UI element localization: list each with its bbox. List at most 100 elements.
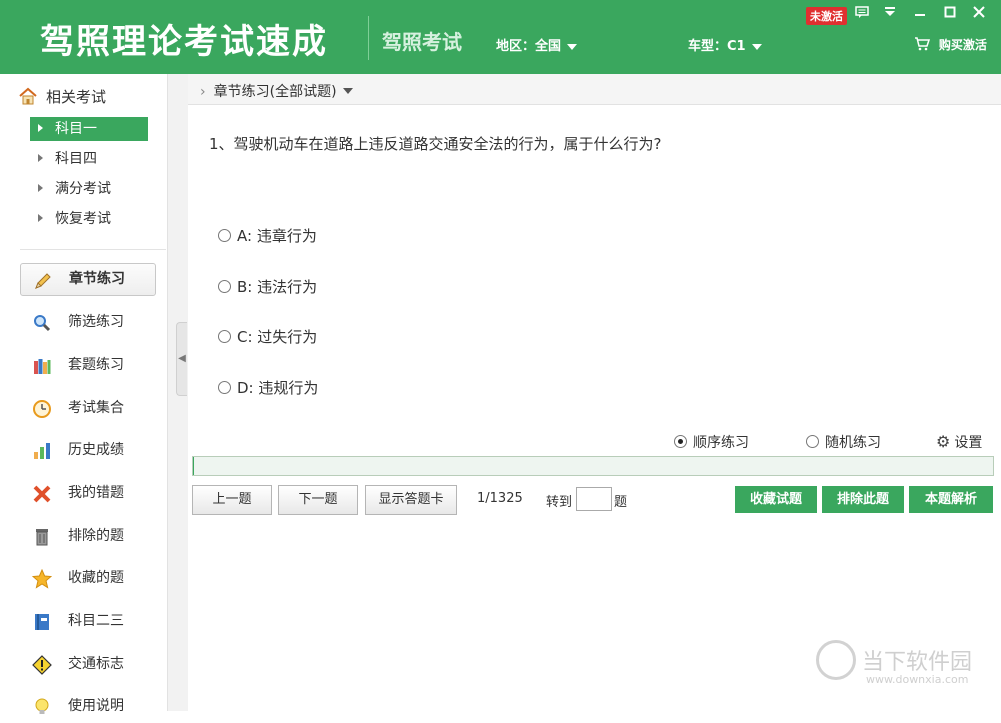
option-label: A: 违章行为 xyxy=(237,227,317,245)
radio-button[interactable] xyxy=(218,381,231,394)
nav-label: 套题练习 xyxy=(68,357,124,373)
chevron-down-icon xyxy=(342,88,353,94)
nav-favorite-questions[interactable]: 收藏的题 xyxy=(20,562,154,595)
books-icon xyxy=(32,356,52,376)
subject-item-restore[interactable]: 恢复考试 xyxy=(30,207,148,231)
answer-option-c[interactable]: C: 过失行为 xyxy=(218,326,317,347)
question-text: 1、驾驶机动车在道路上违反道路交通安全法的行为，属于什么行为? xyxy=(209,135,662,153)
caret-right-icon xyxy=(38,184,43,192)
buy-activate-link[interactable]: 购买激活 xyxy=(914,36,987,53)
nav-my-mistakes[interactable]: 我的错题 xyxy=(20,477,154,510)
nav-label: 章节练习 xyxy=(69,271,125,287)
question-analysis-button[interactable]: 本题解析 xyxy=(909,486,993,513)
nav-traffic-signs[interactable]: 交通标志 xyxy=(20,648,154,681)
chevron-right-icon: › xyxy=(200,84,206,100)
subject-item-4[interactable]: 科目四 xyxy=(30,147,148,171)
radio-button[interactable] xyxy=(218,229,231,242)
answer-option-d[interactable]: D: 违规行为 xyxy=(218,377,318,398)
subject-item-1[interactable]: 科目一 xyxy=(30,117,148,141)
subject-label: 科目一 xyxy=(55,121,97,137)
nav-history-scores[interactable]: 历史成绩 xyxy=(20,434,154,467)
chapter-selector[interactable]: › 章节练习(全部试题) xyxy=(200,81,353,101)
nav-exam-collection[interactable]: 考试集合 xyxy=(20,392,154,425)
subject-label: 科目四 xyxy=(55,151,97,167)
cart-icon xyxy=(914,37,935,53)
nav-label: 交通标志 xyxy=(68,656,124,672)
favorite-question-button[interactable]: 收藏试题 xyxy=(735,486,817,513)
nav-subject-two-three[interactable]: 科目二三 xyxy=(20,605,154,638)
watermark-logo-icon xyxy=(816,640,856,680)
close-icon[interactable] xyxy=(969,5,989,23)
question-counter: 1/1325 xyxy=(477,491,523,506)
goto-question-input[interactable] xyxy=(576,487,612,511)
random-mode-option[interactable]: 随机练习 xyxy=(806,432,881,452)
watermark-url: www.downxia.com xyxy=(866,673,969,686)
sequential-mode-option[interactable]: 顺序练习 xyxy=(674,432,749,452)
cross-icon xyxy=(32,484,52,504)
show-answer-card-button[interactable]: 显示答题卡 xyxy=(365,485,457,515)
car-type-dropdown[interactable]: 车型：C1 xyxy=(688,35,762,54)
goto-suffix: 题 xyxy=(614,495,628,510)
title-bar: 驾照理论考试速成 驾照考试 地区：全国 车型：C1 未激活 购买激活 xyxy=(0,0,1001,74)
caret-right-icon xyxy=(38,124,43,132)
answer-option-a[interactable]: A: 违章行为 xyxy=(218,225,317,246)
option-label: C: 过失行为 xyxy=(237,328,318,346)
book-icon xyxy=(32,612,52,632)
prev-question-button[interactable]: 上一题 xyxy=(192,485,272,515)
car-type-label: 车型：C1 xyxy=(688,39,746,54)
nav-set-practice[interactable]: 套题练习 xyxy=(20,349,154,382)
nav-filter-practice[interactable]: 筛选练习 xyxy=(20,306,154,339)
subject-label: 恢复考试 xyxy=(55,211,111,227)
app-title: 驾照理论考试速成 xyxy=(40,22,328,62)
maximize-icon[interactable] xyxy=(940,5,960,23)
exclude-question-button[interactable]: 排除此题 xyxy=(822,486,904,513)
magnifier-icon xyxy=(32,313,52,333)
subject-label: 满分考试 xyxy=(55,181,111,197)
nav-label: 我的错题 xyxy=(68,485,124,501)
nav-user-guide[interactable]: 使用说明 xyxy=(20,690,154,723)
nav-label: 科目二三 xyxy=(68,613,124,629)
nav-excluded-questions[interactable]: 排除的题 xyxy=(20,520,154,553)
related-exams-header: 相关考试 xyxy=(18,86,106,107)
nav-label: 筛选练习 xyxy=(68,314,124,330)
bar-chart-icon xyxy=(32,441,52,461)
chevron-left-icon: ◀ xyxy=(178,353,186,364)
radio-button[interactable] xyxy=(806,435,819,448)
radio-button[interactable] xyxy=(674,435,687,448)
message-icon[interactable] xyxy=(852,5,872,23)
sidebar-divider xyxy=(20,249,166,250)
trash-icon xyxy=(32,527,52,547)
mode-label: 随机练习 xyxy=(825,435,881,451)
region-dropdown[interactable]: 地区：全国 xyxy=(496,35,578,54)
subject-item-full-score[interactable]: 满分考试 xyxy=(30,177,148,201)
menu-icon[interactable] xyxy=(880,5,900,23)
minimize-icon[interactable] xyxy=(910,5,930,23)
settings-label: 设置 xyxy=(954,435,983,451)
next-question-button[interactable]: 下一题 xyxy=(278,485,358,515)
option-label: B: 违法行为 xyxy=(237,278,318,296)
bulb-icon xyxy=(32,697,52,717)
nav-chapter-practice[interactable]: 章节练习 xyxy=(20,263,156,296)
answer-option-b[interactable]: B: 违法行为 xyxy=(218,276,317,297)
gear-icon: ⚙ xyxy=(936,432,951,451)
progress-bar xyxy=(192,456,994,476)
nav-label: 考试集合 xyxy=(68,400,124,416)
watermark-text: 当下软件园 xyxy=(862,650,973,675)
settings-button[interactable]: ⚙ 设置 xyxy=(936,432,982,452)
progress-fill xyxy=(193,457,194,475)
radio-button[interactable] xyxy=(218,330,231,343)
caret-right-icon xyxy=(38,154,43,162)
goto-label: 转到 xyxy=(546,495,573,510)
nav-label: 收藏的题 xyxy=(68,570,124,586)
collapse-sidebar-handle[interactable]: ◀ xyxy=(176,322,187,396)
title-divider xyxy=(368,16,369,60)
clock-icon xyxy=(32,399,52,419)
star-icon xyxy=(31,568,53,589)
radio-button[interactable] xyxy=(218,280,231,293)
chevron-down-icon xyxy=(751,43,762,50)
option-label: D: 违规行为 xyxy=(237,379,319,397)
breadcrumb: 章节练习(全部试题) xyxy=(213,84,337,100)
activation-status-badge[interactable]: 未激活 xyxy=(806,7,847,25)
related-exams-label: 相关考试 xyxy=(46,88,107,106)
nav-label: 排除的题 xyxy=(68,528,124,544)
